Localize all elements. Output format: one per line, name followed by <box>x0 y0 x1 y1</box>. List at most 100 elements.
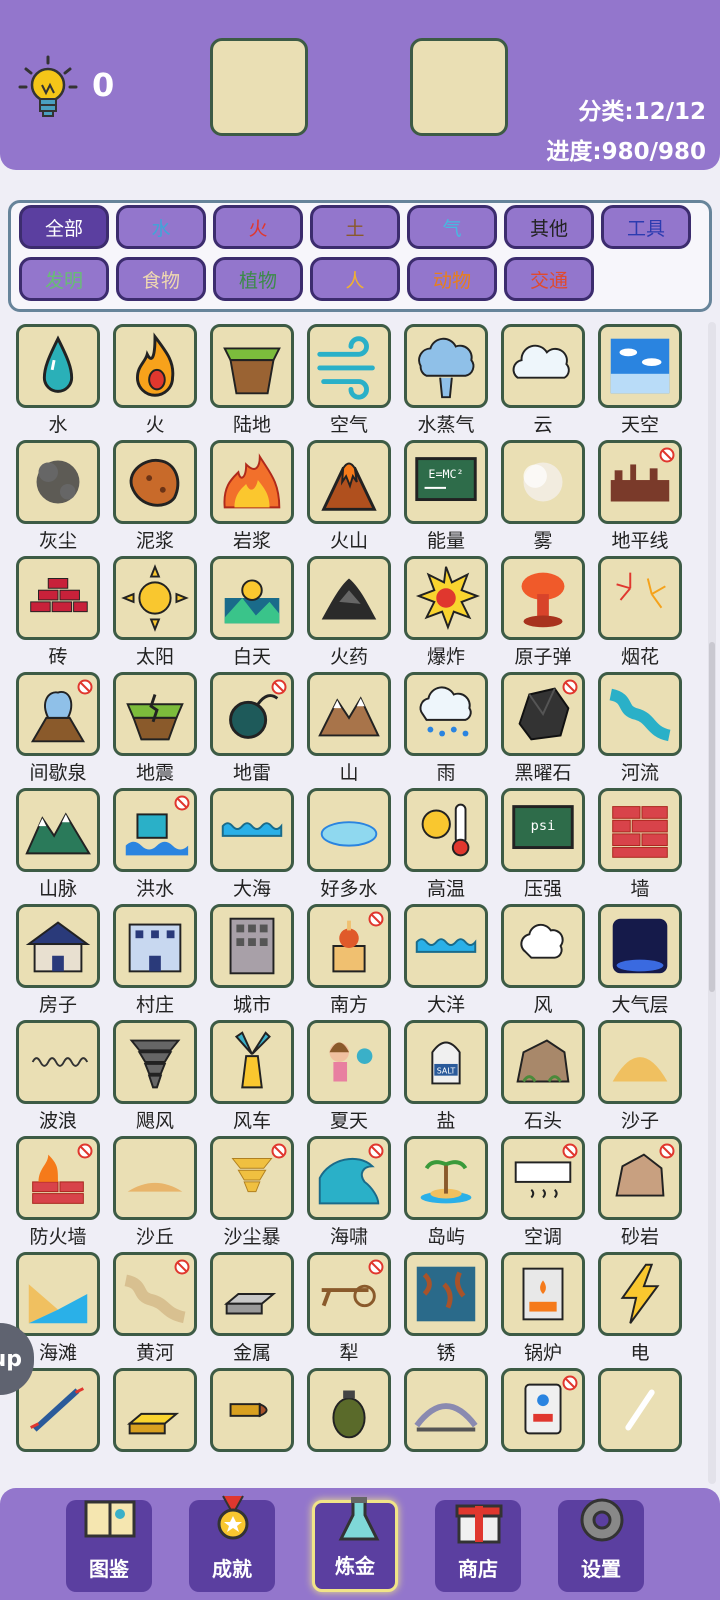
element-item[interactable]: 地雷 <box>210 670 309 787</box>
element-card[interactable] <box>210 1020 294 1104</box>
element-card[interactable] <box>113 788 197 872</box>
filter-9[interactable]: 植物 <box>213 257 303 301</box>
element-item[interactable]: 山 <box>307 670 406 787</box>
element-card[interactable] <box>113 1136 197 1220</box>
filter-2[interactable]: 火 <box>213 205 303 249</box>
element-card[interactable] <box>598 1368 682 1452</box>
element-card[interactable] <box>307 788 391 872</box>
element-card[interactable] <box>598 556 682 640</box>
element-item[interactable]: 岩浆 <box>210 438 309 555</box>
element-item[interactable]: 村庄 <box>113 902 212 1019</box>
nav-flask[interactable]: 炼金 <box>312 1497 398 1592</box>
filter-6[interactable]: 工具 <box>601 205 691 249</box>
element-item[interactable]: 风车 <box>210 1018 309 1135</box>
element-card[interactable] <box>210 440 294 524</box>
filter-12[interactable]: 交通 <box>504 257 594 301</box>
element-item[interactable]: 空气 <box>307 322 406 439</box>
element-card[interactable] <box>307 1252 391 1336</box>
element-card[interactable]: E=MC² <box>404 440 488 524</box>
element-item[interactable]: 火 <box>113 322 212 439</box>
hint-button[interactable] <box>18 55 78 119</box>
combine-slot-2[interactable] <box>410 38 508 136</box>
element-item[interactable]: 水 <box>16 322 115 439</box>
element-item[interactable]: 天空 <box>598 322 697 439</box>
filter-1[interactable]: 水 <box>116 205 206 249</box>
element-card[interactable] <box>307 672 391 756</box>
element-item[interactable]: 城市 <box>210 902 309 1019</box>
element-card[interactable] <box>307 1368 391 1452</box>
element-card[interactable] <box>113 904 197 988</box>
element-item[interactable]: 夏天 <box>307 1018 406 1135</box>
element-card[interactable] <box>501 1136 585 1220</box>
element-card[interactable] <box>113 1252 197 1336</box>
element-card[interactable] <box>210 556 294 640</box>
element-card[interactable] <box>404 556 488 640</box>
element-item[interactable]: 空调 <box>501 1134 600 1251</box>
element-item[interactable]: 大气层 <box>598 902 697 1019</box>
element-item[interactable]: 河流 <box>598 670 697 787</box>
filter-11[interactable]: 动物 <box>407 257 497 301</box>
element-item[interactable] <box>501 1366 600 1483</box>
element-card[interactable] <box>598 1020 682 1104</box>
element-item[interactable]: 灰尘 <box>16 438 115 555</box>
element-card[interactable] <box>210 904 294 988</box>
element-item[interactable]: 火山 <box>307 438 406 555</box>
element-item[interactable]: 砂岩 <box>598 1134 697 1251</box>
element-card[interactable] <box>404 324 488 408</box>
element-card[interactable] <box>404 1136 488 1220</box>
element-card[interactable] <box>501 904 585 988</box>
element-card[interactable] <box>307 1020 391 1104</box>
element-item[interactable]: psi 压强 <box>501 786 600 903</box>
element-item[interactable] <box>598 1366 697 1483</box>
filter-10[interactable]: 人 <box>310 257 400 301</box>
element-item[interactable]: 爆炸 <box>404 554 503 671</box>
element-item[interactable]: 黑曜石 <box>501 670 600 787</box>
nav-book[interactable]: 图鉴 <box>66 1500 152 1592</box>
element-item[interactable]: 间歇泉 <box>16 670 115 787</box>
element-item[interactable]: 房子 <box>16 902 115 1019</box>
element-card[interactable] <box>113 1020 197 1104</box>
element-card[interactable] <box>501 1252 585 1336</box>
element-item[interactable]: 云 <box>501 322 600 439</box>
element-card[interactable] <box>113 324 197 408</box>
filter-5[interactable]: 其他 <box>504 205 594 249</box>
element-item[interactable]: 泥浆 <box>113 438 212 555</box>
element-item[interactable]: 石头 <box>501 1018 600 1135</box>
filter-7[interactable]: 发明 <box>19 257 109 301</box>
element-card[interactable] <box>598 672 682 756</box>
element-card[interactable] <box>113 440 197 524</box>
element-card[interactable] <box>404 904 488 988</box>
element-item[interactable]: 墙 <box>598 786 697 903</box>
element-item[interactable]: 水蒸气 <box>404 322 503 439</box>
element-card[interactable] <box>598 324 682 408</box>
element-card[interactable] <box>210 1136 294 1220</box>
scrollbar-thumb[interactable] <box>709 642 715 992</box>
filter-4[interactable]: 气 <box>407 205 497 249</box>
element-card[interactable] <box>16 1136 100 1220</box>
element-card[interactable] <box>307 904 391 988</box>
element-card[interactable]: psi <box>501 788 585 872</box>
element-card[interactable] <box>16 324 100 408</box>
element-item[interactable]: 雾 <box>501 438 600 555</box>
element-item[interactable]: 锈 <box>404 1250 503 1367</box>
element-item[interactable]: 岛屿 <box>404 1134 503 1251</box>
element-card[interactable] <box>16 1252 100 1336</box>
element-card[interactable] <box>501 440 585 524</box>
element-item[interactable]: 白天 <box>210 554 309 671</box>
element-item[interactable]: 黄河 <box>113 1250 212 1367</box>
element-item[interactable]: 火药 <box>307 554 406 671</box>
element-item[interactable]: 大洋 <box>404 902 503 1019</box>
element-item[interactable]: 高温 <box>404 786 503 903</box>
element-card[interactable] <box>16 440 100 524</box>
filter-0[interactable]: 全部 <box>19 205 109 249</box>
element-item[interactable]: 烟花 <box>598 554 697 671</box>
element-card[interactable] <box>113 1368 197 1452</box>
element-item[interactable]: 南方 <box>307 902 406 1019</box>
element-card[interactable] <box>16 672 100 756</box>
element-item[interactable]: 沙尘暴 <box>210 1134 309 1251</box>
element-item[interactable]: 犁 <box>307 1250 406 1367</box>
element-item[interactable]: 电 <box>598 1250 697 1367</box>
element-item[interactable]: 洪水 <box>113 786 212 903</box>
combine-slot-1[interactable] <box>210 38 308 136</box>
element-item[interactable]: SALT 盐 <box>404 1018 503 1135</box>
